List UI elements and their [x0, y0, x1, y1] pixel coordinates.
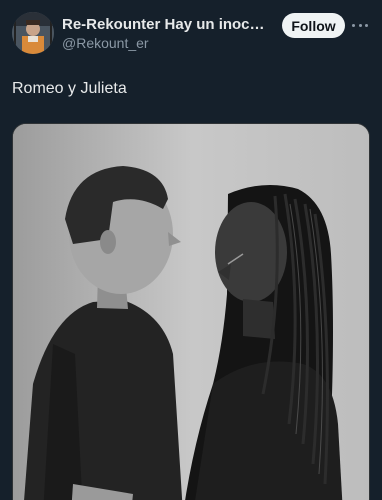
- post-image[interactable]: [12, 123, 370, 500]
- post-text: Romeo y Julieta: [12, 80, 127, 97]
- author-handle[interactable]: @Rekount_er: [62, 35, 149, 51]
- follow-button[interactable]: Follow: [282, 13, 345, 38]
- tweet-post: Re-Rekounter Hay un inocen... @Rekount_e…: [0, 0, 382, 500]
- post-header: Re-Rekounter Hay un inocen... @Rekount_e…: [0, 10, 382, 60]
- more-horizontal-icon[interactable]: [352, 20, 368, 30]
- author-display-name[interactable]: Re-Rekounter Hay un inocen...: [62, 16, 272, 33]
- avatar[interactable]: [12, 12, 54, 54]
